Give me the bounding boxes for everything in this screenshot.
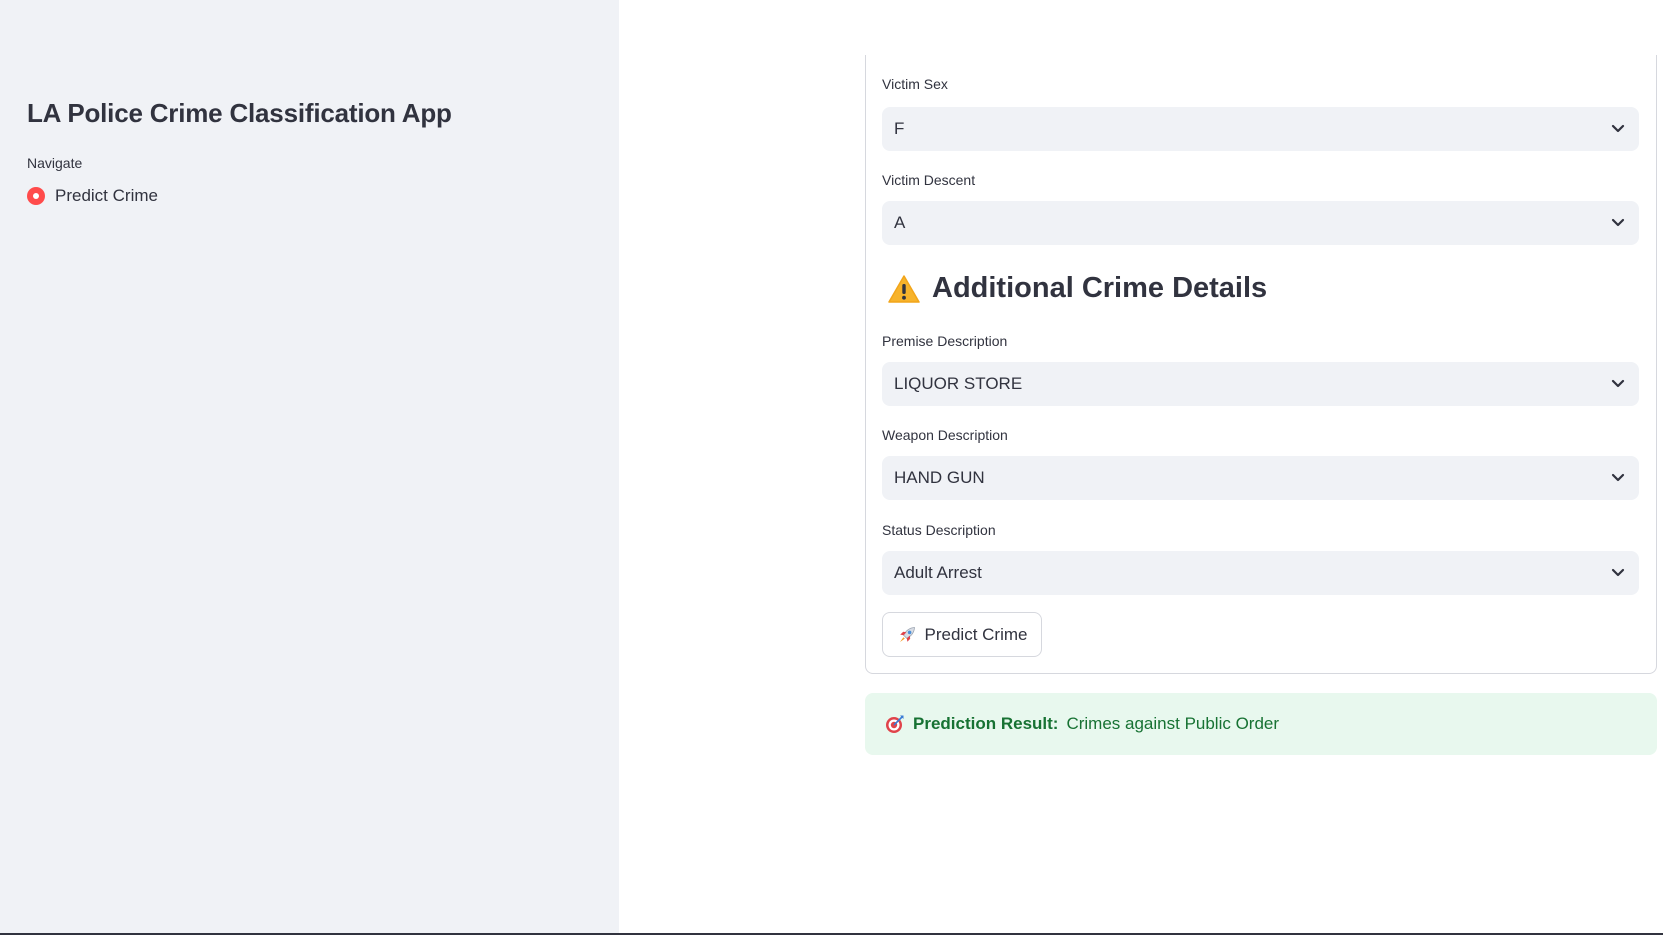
chevron-down-icon: [1611, 379, 1625, 388]
victim-sex-value: F: [894, 119, 905, 138]
chevron-down-icon: [1611, 473, 1625, 482]
victim-sex-select[interactable]: F: [882, 107, 1639, 151]
section-title: Additional Crime Details: [932, 272, 1268, 304]
victim-descent-value: A: [894, 213, 906, 232]
nav-option-label: Predict Crime: [55, 186, 158, 205]
premise-value: LIQUOR STORE: [894, 374, 1023, 393]
chevron-down-icon: [1611, 568, 1625, 577]
predict-crime-label: Predict Crime: [924, 624, 1028, 644]
nav-option-predict-crime[interactable]: Predict Crime: [27, 186, 158, 206]
victim-sex-label: Victim Sex: [882, 76, 948, 92]
result-lead: Prediction Result:: [913, 714, 1059, 733]
result-value: Crimes against Public Order: [1066, 714, 1280, 733]
status-label: Status Description: [882, 522, 996, 538]
target-icon: [886, 715, 904, 733]
app-root: LA Police Crime Classification App Navig…: [0, 0, 1663, 935]
chevron-down-icon: [1611, 124, 1625, 133]
victim-descent-label: Victim Descent: [882, 172, 976, 188]
victim-descent-select[interactable]: A: [882, 201, 1639, 245]
prediction-result-alert: Prediction Result: Crimes against Public…: [865, 693, 1657, 755]
sidebar: LA Police Crime Classification App Navig…: [0, 0, 619, 935]
weapon-value: HAND GUN: [894, 468, 985, 487]
weapon-select[interactable]: HAND GUN: [882, 456, 1639, 500]
status-select[interactable]: Adult Arrest: [882, 551, 1639, 595]
weapon-label: Weapon Description: [882, 427, 1008, 443]
app-title: LA Police Crime Classification App: [27, 98, 452, 128]
status-value: Adult Arrest: [894, 563, 982, 582]
premise-select[interactable]: LIQUOR STORE: [882, 362, 1639, 406]
warning-icon: [888, 274, 920, 303]
navigate-label: Navigate: [27, 155, 83, 171]
radio-selected-icon[interactable]: [27, 187, 45, 205]
predict-crime-button[interactable]: Predict Crime: [882, 612, 1042, 657]
rocket-icon: [899, 626, 915, 642]
chevron-down-icon: [1611, 218, 1625, 227]
premise-label: Premise Description: [882, 333, 1008, 349]
section-heading: Additional Crime Details: [888, 272, 1267, 305]
